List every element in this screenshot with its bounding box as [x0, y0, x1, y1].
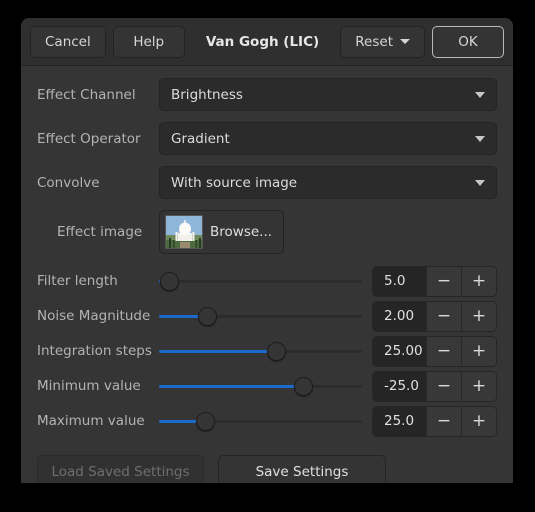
van-gogh-lic-dialog: Cancel Help Van Gogh (LIC) Reset OK Effe…: [21, 18, 513, 483]
combo-selected-value: Gradient: [171, 130, 230, 147]
combo-select[interactable]: Gradient: [159, 122, 497, 155]
spin-button[interactable]: 2.00− +: [372, 300, 497, 332]
spin-increment-button[interactable]: +: [461, 406, 496, 436]
slider-track: [159, 280, 362, 283]
combo-row: Convolve With source image: [37, 166, 497, 199]
slider-label: Integration steps: [37, 343, 152, 359]
combo-row: Effect Channel Brightness: [37, 78, 497, 111]
combo-selected-value: Brightness: [171, 86, 243, 103]
slider-fill: [159, 350, 277, 353]
load-saved-settings-button[interactable]: Load Saved Settings: [37, 455, 204, 483]
slider-row-group: Filter length 5.0− + Noise Magnitude 2.00− + I…: [37, 265, 497, 437]
slider-row: Filter length 5.0− +: [37, 265, 497, 297]
spin-increment-button[interactable]: +: [461, 336, 496, 366]
spin-increment-button[interactable]: +: [461, 266, 496, 296]
slider-fill: [159, 385, 304, 388]
slider-label: Noise Magnitude: [37, 308, 151, 324]
slider-handle[interactable]: [196, 412, 216, 431]
combo-label: Effect Operator: [37, 130, 141, 147]
effect-image-thumbnail: [165, 215, 203, 249]
spin-decrement-button[interactable]: −: [426, 371, 461, 401]
spin-button[interactable]: -25.0− +: [372, 370, 497, 402]
slider-handle[interactable]: [198, 307, 218, 326]
reset-button[interactable]: Reset: [340, 25, 425, 58]
effect-image-row: Effect image Browse...: [37, 210, 497, 254]
dialog-header-bar: Cancel Help Van Gogh (LIC) Reset OK: [21, 18, 513, 66]
combo-label: Convolve: [37, 174, 100, 191]
slider-control[interactable]: [159, 336, 362, 366]
chevron-down-icon: [475, 179, 485, 186]
ok-button[interactable]: OK: [432, 25, 504, 58]
save-settings-label: Save Settings: [255, 463, 349, 480]
cancel-button[interactable]: Cancel: [30, 25, 106, 58]
spin-button[interactable]: 5.0− +: [372, 265, 497, 297]
slider-label: Filter length: [37, 273, 118, 289]
spin-decrement-button[interactable]: −: [426, 406, 461, 436]
slider-row: Maximum value 25.0− +: [37, 405, 497, 437]
slider-control[interactable]: [159, 301, 362, 331]
slider-handle[interactable]: [267, 342, 287, 361]
spin-value-input[interactable]: 5.0: [373, 266, 426, 296]
dialog-footer: Load Saved Settings Save Settings: [21, 441, 513, 483]
reset-button-label: Reset: [355, 33, 393, 50]
combo-select[interactable]: Brightness: [159, 78, 497, 111]
cancel-button-label: Cancel: [45, 33, 91, 50]
effect-image-filename: Browse...: [210, 224, 273, 240]
spin-value-input[interactable]: 2.00: [373, 301, 426, 331]
spin-value-input[interactable]: 25.00: [373, 336, 426, 366]
help-button[interactable]: Help: [112, 25, 185, 58]
help-button-label: Help: [133, 33, 165, 50]
slider-row: Minimum value -25.0− +: [37, 370, 497, 402]
slider-control[interactable]: [159, 371, 362, 401]
dialog-title: Van Gogh (LIC): [205, 33, 320, 50]
spin-increment-button[interactable]: +: [461, 301, 496, 331]
ok-button-label: OK: [458, 33, 478, 50]
slider-label: Maximum value: [37, 413, 145, 429]
slider-row: Noise Magnitude 2.00− +: [37, 300, 497, 332]
combo-label: Effect Channel: [37, 86, 136, 103]
combo-row-group: Effect Channel Brightness Effect Operator G…: [37, 78, 497, 199]
effect-image-label: Effect image: [57, 224, 143, 240]
spin-value-input[interactable]: 25.0: [373, 406, 426, 436]
spin-button[interactable]: 25.0− +: [372, 405, 497, 437]
spin-decrement-button[interactable]: −: [426, 301, 461, 331]
slider-handle[interactable]: [293, 377, 313, 396]
slider-handle[interactable]: [159, 272, 179, 291]
combo-row: Effect Operator Gradient: [37, 122, 497, 155]
combo-select[interactable]: With source image: [159, 166, 497, 199]
load-saved-settings-label: Load Saved Settings: [51, 463, 190, 480]
slider-control[interactable]: [159, 266, 362, 296]
save-settings-button[interactable]: Save Settings: [218, 455, 386, 483]
slider-control[interactable]: [159, 406, 362, 436]
chevron-down-icon: [400, 39, 410, 44]
dialog-body: Effect Channel Brightness Effect Operator G…: [21, 66, 513, 437]
combo-selected-value: With source image: [171, 174, 298, 191]
chevron-down-icon: [475, 91, 485, 98]
slider-label: Minimum value: [37, 378, 141, 394]
chevron-down-icon: [475, 135, 485, 142]
slider-row: Integration steps 25.00− +: [37, 335, 497, 367]
spin-decrement-button[interactable]: −: [426, 336, 461, 366]
spin-increment-button[interactable]: +: [461, 371, 496, 401]
effect-image-browse-button[interactable]: Browse...: [159, 210, 285, 254]
spin-decrement-button[interactable]: −: [426, 266, 461, 296]
spin-value-input[interactable]: -25.0: [373, 371, 426, 401]
spin-button[interactable]: 25.00− +: [372, 335, 497, 367]
